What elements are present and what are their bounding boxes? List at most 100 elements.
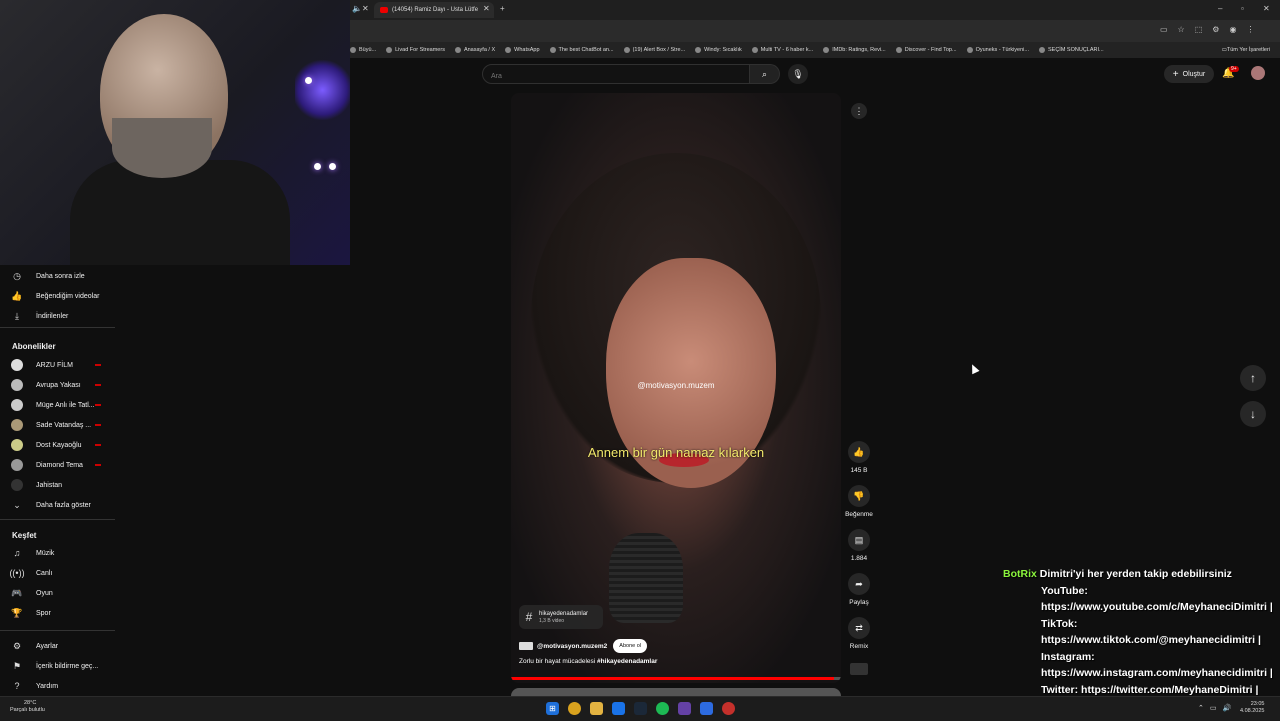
sidebar-item[interactable]: Jahistan <box>0 476 115 494</box>
share-icon[interactable]: ➦ <box>848 573 870 595</box>
sidebar-item[interactable]: 👍 Beğendiğim videolar <box>0 287 115 305</box>
all-bookmarks[interactable]: ▭ Tüm Yer İşaretleri <box>1222 47 1270 53</box>
subscribe-button[interactable]: Abone ol <box>613 639 647 653</box>
search-input[interactable] <box>483 68 739 85</box>
new-tab-icon[interactable]: + <box>500 4 505 13</box>
sidebar-item[interactable]: 🎮 Oyun <box>0 584 115 602</box>
chrome-icon[interactable] <box>568 702 581 715</box>
sidebar-item[interactable]: Sade Vatandaş ... <box>0 416 115 434</box>
sidebar-item[interactable]: ((•)) Canlı <box>0 564 115 582</box>
sidebar-item[interactable]: Avrupa Yakası <box>0 376 115 394</box>
video-description[interactable]: Zorlu bir hayat mücadelesi #hikayedenada… <box>519 658 657 665</box>
bookmark-item[interactable]: Büyü... <box>350 47 376 53</box>
search-box[interactable] <box>482 64 750 85</box>
channel-name[interactable]: @motivasyon.muzem2 <box>537 643 607 650</box>
remix-icon[interactable]: ⇄ <box>848 617 870 639</box>
remix-action[interactable]: ⇄ Remix <box>844 617 874 650</box>
sidebar-item[interactable]: ⤓ İndirilenler <box>0 307 115 325</box>
speaker-icon[interactable]: 🔈 <box>352 4 362 13</box>
sidebar-item[interactable]: ⚙ Ayarlar <box>0 637 115 655</box>
comment-icon[interactable]: ▤ <box>848 529 870 551</box>
description-hashtag[interactable]: #hikayedenadamlar <box>597 658 657 665</box>
maximize-icon[interactable]: ▫ <box>1241 4 1244 13</box>
bookmark-item[interactable]: Multi TV - 6 haber k... <box>751 47 813 53</box>
chevron-down-icon: ⌄ <box>13 499 21 510</box>
sidebar-item[interactable]: ♫ Müzik <box>0 544 115 562</box>
bookmark-item[interactable]: IMDb: Ratings, Revi... <box>823 47 886 53</box>
close-tab-icon[interactable]: ✕ <box>483 4 490 13</box>
close-window-icon[interactable]: ✕ <box>1263 4 1270 13</box>
streaming-app-icon[interactable] <box>678 702 691 715</box>
sound-thumbnail[interactable] <box>850 663 868 675</box>
bookmark-item[interactable]: Oyuneks - Türkiyeni... <box>966 47 1029 53</box>
avatar[interactable] <box>1251 66 1265 80</box>
bookmark-favicon-icon <box>454 47 461 53</box>
hashtag-chip[interactable]: # hikayedenadamlar 1,3 B video <box>519 605 603 629</box>
sidebar-item-label: Spor <box>36 609 51 617</box>
bookmark-item[interactable]: SEÇİM SONUÇLARI... <box>1038 47 1104 53</box>
sidebar-item[interactable]: Diamond Tema <box>0 456 115 474</box>
sidebar-item[interactable]: ⌄ Daha fazla göster <box>0 496 115 514</box>
system-tray-icons[interactable]: ⌃▭🔊 <box>1198 704 1237 712</box>
bookmark-item[interactable]: (19) Alert Box / Stre... <box>623 47 686 53</box>
thumbs-down-icon[interactable]: 👎 <box>848 485 870 507</box>
create-button[interactable]: + Oluştur <box>1164 65 1214 83</box>
hashtag-icon: # <box>525 610 533 624</box>
like-action[interactable]: 👍 145 B <box>844 441 874 474</box>
spotify-icon[interactable] <box>656 702 669 715</box>
dislike-action[interactable]: 👎 Beğenme <box>844 485 874 518</box>
shorts-video-player[interactable]: @motivasyon.muzem Annem bir gün namaz kı… <box>511 93 841 683</box>
bookmark-favicon-icon <box>505 47 512 53</box>
bookmark-label: WhatsApp <box>514 47 540 53</box>
app-icon[interactable] <box>722 702 735 715</box>
bookmark-item[interactable]: The best ChatBot an... <box>549 47 614 53</box>
search-button[interactable]: ⌕ <box>750 64 780 84</box>
video-progress-bar[interactable] <box>511 677 841 680</box>
bookmark-label: (19) Alert Box / Stre... <box>632 47 686 53</box>
sidebar-item[interactable]: 🏆 Spor <box>0 604 115 622</box>
chat-line: BotRix Dimitri'yi her yerden takip edebi… <box>1003 566 1280 583</box>
bookmark-favicon-icon <box>823 47 830 53</box>
share-action[interactable]: ➦ Paylaş <box>844 573 874 606</box>
thumbs-up-icon[interactable]: 👍 <box>848 441 870 463</box>
sidebar-item-label: Jahistan <box>36 481 63 489</box>
steam-icon[interactable] <box>634 702 647 715</box>
weather-widget[interactable]: 28°C Parçalı bulutlu <box>10 700 45 714</box>
bookmark-item[interactable]: Anasayfa / X <box>454 47 495 53</box>
sidebar-item[interactable]: ? Yardım <box>0 677 115 695</box>
all-bookmarks-label: Tüm Yer İşaretleri <box>1226 47 1270 53</box>
weather-desc: Parçalı bulutlu <box>10 707 45 713</box>
bookmark-item[interactable]: Discover - Find Top... <box>895 47 957 53</box>
start-menu-icon[interactable]: ⊞ <box>546 702 559 715</box>
close-tab-icon[interactable]: ✕ <box>362 4 369 13</box>
bookmark-item[interactable]: Livad For Streamers <box>386 47 445 53</box>
channel-avatar <box>11 459 23 471</box>
channel-avatar[interactable] <box>519 642 533 650</box>
app-icon[interactable] <box>612 702 625 715</box>
comments-action[interactable]: ▤ 1.884 <box>844 529 874 562</box>
sidebar-item[interactable]: ARZU FİLM <box>0 356 115 374</box>
sidebar-item-label: İndirilenler <box>36 312 69 320</box>
minimize-icon[interactable]: – <box>1218 4 1222 13</box>
help-icon: ? <box>14 681 20 691</box>
previous-video-button[interactable]: ↑ <box>1240 365 1266 391</box>
app-icon[interactable] <box>700 702 713 715</box>
chat-message-text: TikTok: <box>1041 617 1078 630</box>
more-options-icon[interactable]: ⋮ <box>851 103 867 119</box>
bookmark-item[interactable]: Windy: Sıcaklık <box>695 47 742 53</box>
clock-date: 4.08.2025 <box>1240 708 1265 714</box>
bookmark-item[interactable]: WhatsApp <box>505 47 540 53</box>
background-light <box>295 60 350 120</box>
sidebar-item[interactable]: ◷ Daha sonra izle <box>0 267 115 285</box>
sidebar-item[interactable]: Müge Anlı ile Tatl... <box>0 396 115 414</box>
sidebar-item[interactable]: ⚑ İçerik bildirme geç... <box>0 657 115 675</box>
voice-search-button[interactable]: 🎙 <box>788 64 808 84</box>
address-bar-area[interactable]: ▭☆⬚⚙◉⋮ <box>350 20 1280 42</box>
browser-tab[interactable]: (14054) Ramiz Dayı - Usta Lütfe <box>374 2 494 18</box>
browser-toolbar-icons[interactable]: ▭☆⬚⚙◉⋮ <box>1160 25 1264 34</box>
sidebar-item[interactable]: Dost Kayaoğlu <box>0 436 115 454</box>
next-video-button[interactable]: ↓ <box>1240 401 1266 427</box>
clock[interactable]: 23:05 4.08.2025 <box>1240 701 1264 715</box>
file-explorer-icon[interactable] <box>590 702 603 715</box>
clock-time: 23:05 <box>1250 701 1265 707</box>
